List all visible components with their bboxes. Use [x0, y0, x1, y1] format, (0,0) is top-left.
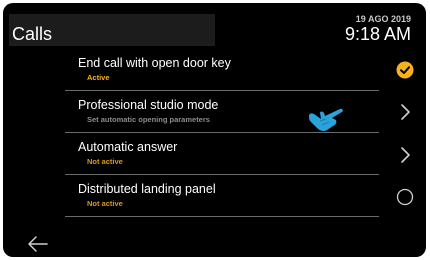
- setting-row-automatic-answer[interactable]: Automatic answer Not active: [65, 133, 379, 175]
- setting-status: Active: [87, 73, 110, 82]
- setting-label: Distributed landing panel: [78, 182, 216, 196]
- chevron-right-icon[interactable]: [388, 94, 422, 130]
- chevron-right-icon[interactable]: [388, 137, 422, 173]
- setting-status: Not active: [87, 157, 123, 166]
- empty-circle-icon[interactable]: [388, 179, 422, 215]
- setting-label: End call with open door key: [78, 56, 231, 70]
- device-panel: Calls 19 AGO 2019 9:18 AM End call with …: [3, 3, 426, 257]
- checked-circle-icon[interactable]: [388, 52, 422, 88]
- pointing-hand-icon: [306, 106, 346, 132]
- clock: 9:18 AM: [344, 24, 411, 44]
- setting-label: Automatic answer: [78, 140, 178, 154]
- screen: Calls 19 AGO 2019 9:18 AM End call with …: [0, 0, 430, 260]
- back-arrow-icon[interactable]: [25, 231, 53, 257]
- setting-label: Professional studio mode: [78, 98, 219, 112]
- setting-hint: Set automatic opening parameters: [87, 115, 210, 124]
- setting-row-end-call-open-door[interactable]: End call with open door key Active: [65, 49, 379, 91]
- page-title: Calls: [12, 24, 53, 44]
- date-label: 19 AGO 2019: [355, 14, 411, 24]
- setting-row-distributed-landing-panel[interactable]: Distributed landing panel Not active: [65, 175, 379, 217]
- setting-status: Not active: [87, 199, 123, 208]
